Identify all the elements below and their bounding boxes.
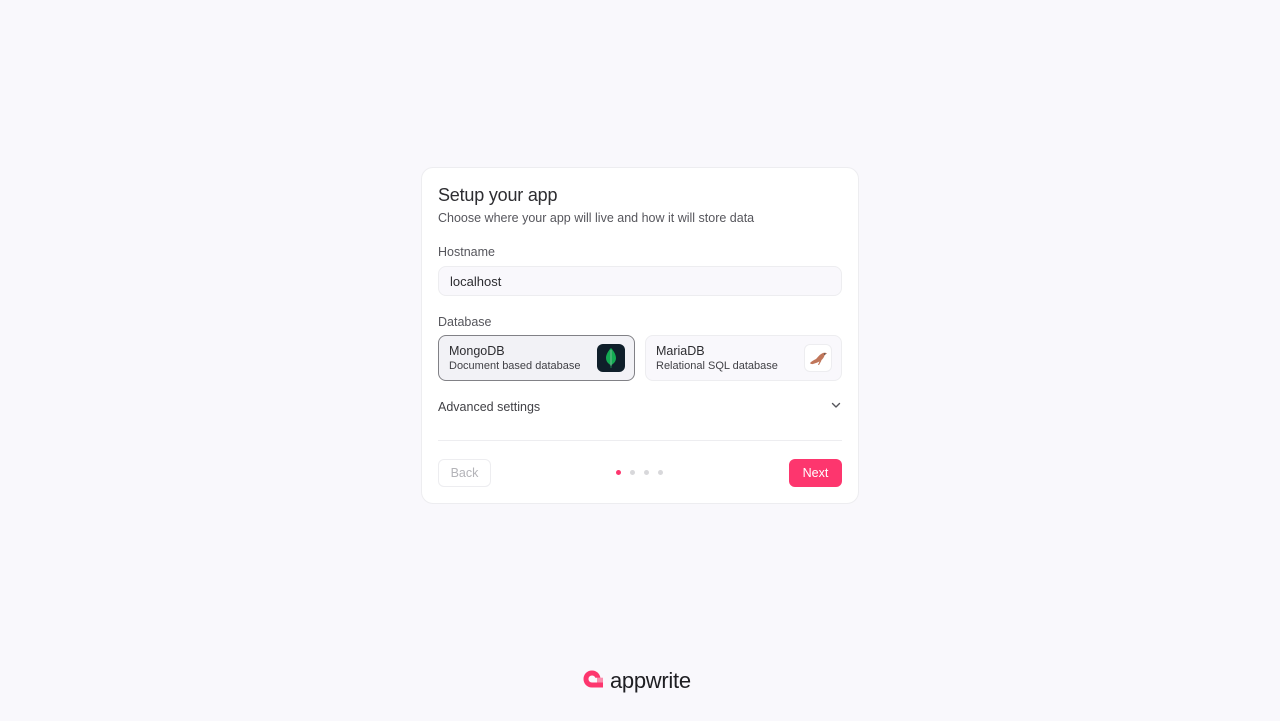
appwrite-logo: appwrite — [582, 668, 691, 694]
page-subtitle: Choose where your app will live and how … — [438, 211, 755, 225]
page-title: Setup your app — [438, 185, 558, 205]
next-button[interactable]: Next — [789, 459, 842, 487]
advanced-settings-toggle[interactable]: Advanced settings — [438, 396, 842, 418]
appwrite-mark-icon — [582, 669, 605, 694]
appwrite-wordmark: appwrite — [610, 668, 691, 693]
back-button[interactable]: Back — [438, 459, 491, 487]
database-label: Database — [438, 315, 492, 329]
chevron-down-icon — [830, 398, 842, 416]
mariadb-seal-icon — [804, 344, 832, 372]
advanced-settings-label: Advanced settings — [438, 400, 541, 414]
database-option-description: Document based database — [449, 360, 581, 372]
hostname-input[interactable] — [438, 266, 842, 296]
mongodb-leaf-icon — [597, 344, 625, 372]
database-option-mongodb[interactable]: MongoDB Document based database — [438, 335, 635, 381]
hostname-label: Hostname — [438, 245, 495, 259]
step-dot-2 — [630, 470, 635, 475]
step-indicator — [616, 470, 663, 475]
step-dot-1 — [616, 470, 621, 475]
database-option-description: Relational SQL database — [656, 360, 778, 372]
step-dot-4 — [658, 470, 663, 475]
database-option-name: MongoDB — [449, 344, 505, 358]
database-option-mariadb[interactable]: MariaDB Relational SQL database — [645, 335, 842, 381]
setup-card: Setup your app Choose where your app wil… — [421, 167, 859, 504]
footer-divider — [438, 440, 842, 441]
step-dot-3 — [644, 470, 649, 475]
database-option-name: MariaDB — [656, 344, 705, 358]
